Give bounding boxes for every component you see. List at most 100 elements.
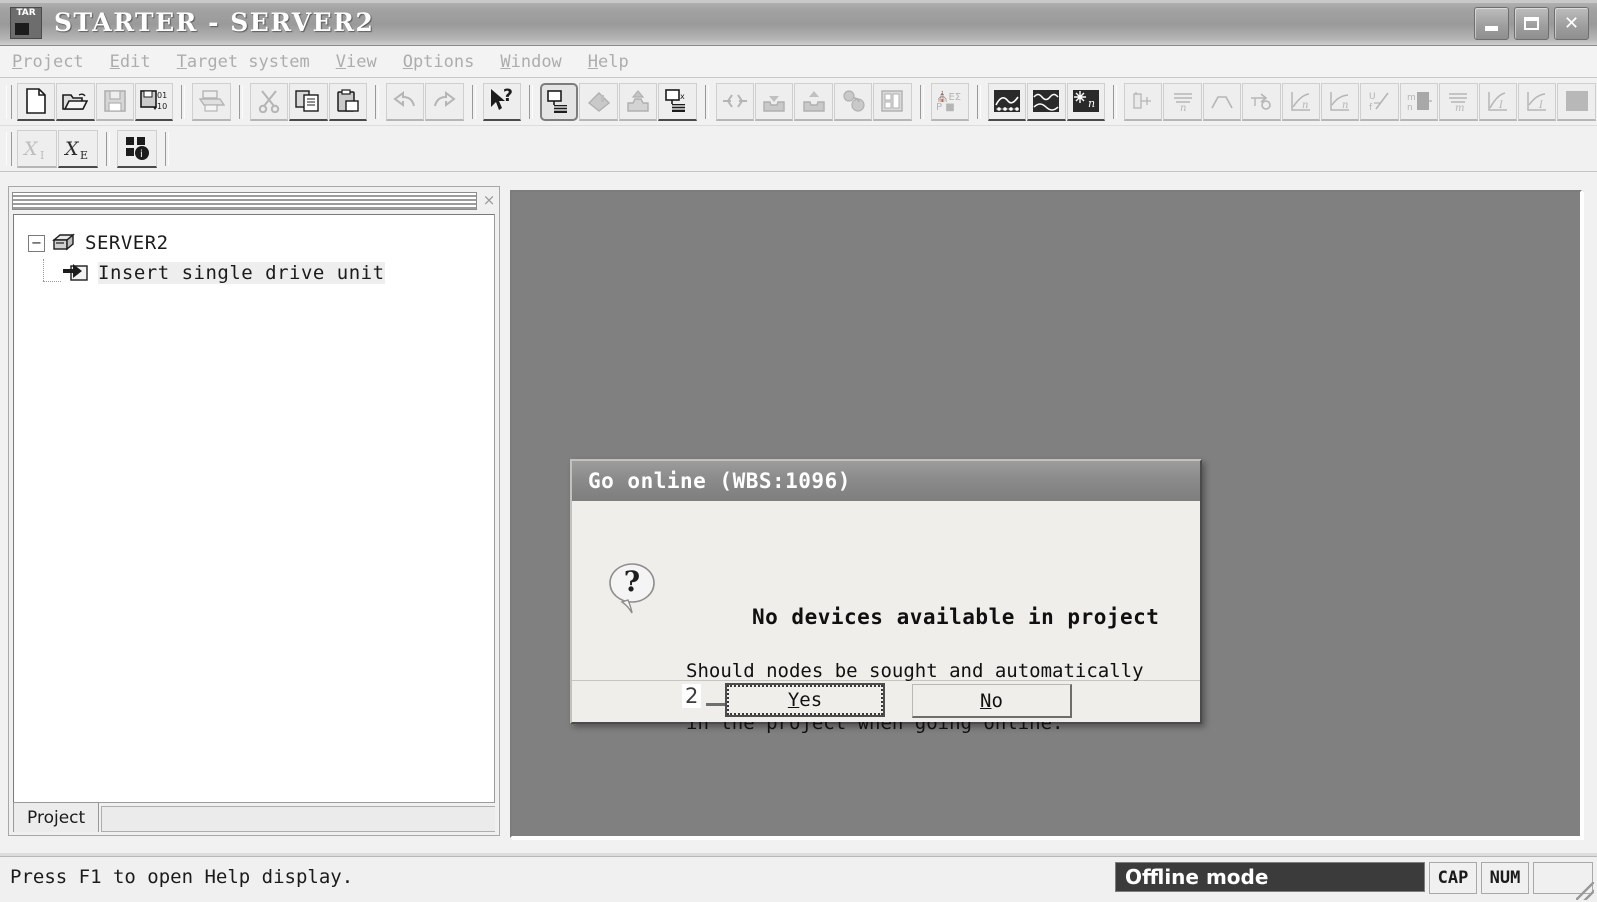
tree-node-server2[interactable]: − SERVER2: [28, 231, 494, 255]
dialog-title-bar: Go online (WBS:1096): [572, 461, 1200, 501]
tab-project[interactable]: Project: [13, 802, 100, 832]
speed-curve-icon: n: [1321, 82, 1360, 121]
toolbar-separator: [181, 84, 186, 119]
svg-text:?: ?: [624, 565, 640, 598]
resize-grip[interactable]: [1576, 882, 1594, 900]
close-icon: ✕: [1563, 13, 1580, 34]
setpoint-channel-icon: [1242, 82, 1281, 121]
maximize-icon: [1524, 17, 1539, 30]
menu-help[interactable]: Help: [588, 52, 629, 72]
window-controls: ✕: [1474, 7, 1589, 40]
save-project-as-icon[interactable]: 01 10: [135, 82, 174, 121]
toolbar-separator: [919, 84, 924, 119]
expander-icon[interactable]: −: [28, 234, 45, 252]
toolbar-separator: [976, 84, 981, 119]
svg-text:n: n: [1180, 103, 1186, 113]
undo-icon: [385, 82, 425, 121]
dialog-no-button[interactable]: No: [912, 684, 1072, 718]
toolbar-separator: [471, 84, 476, 119]
caption-grip[interactable]: [12, 192, 477, 210]
secondary-toolbar: XI XE i: [0, 126, 1597, 172]
device-info-icon[interactable]: i: [117, 129, 157, 168]
open-project-icon[interactable]: [56, 82, 95, 121]
toolbar-separator: [238, 84, 243, 119]
xe-icon[interactable]: XE: [58, 129, 98, 168]
trace-icon[interactable]: [987, 82, 1027, 121]
status-num-indicator: NUM: [1481, 862, 1529, 894]
drive-navigator-icon: [1123, 82, 1163, 121]
speed-controller-icon: n: [1163, 82, 1202, 121]
speed-characteristic-icon: n: [1281, 82, 1320, 121]
server-icon: [51, 231, 77, 255]
tree-node-insert-single-drive-unit[interactable]: Insert single drive unit: [62, 262, 494, 284]
svg-text:P ■: P ■: [936, 102, 955, 113]
go-online-dialog: Go online (WBS:1096) ? No devices availa…: [570, 459, 1202, 734]
menu-options-mnemonic: O: [402, 51, 413, 72]
accessible-nodes-icon[interactable]: x: [658, 82, 697, 121]
tree-node-label: Insert single drive unit: [98, 262, 385, 284]
menu-project-label: roject: [22, 51, 84, 72]
toolbar2-grip[interactable]: [6, 131, 12, 166]
torque-limit-icon: I: [1478, 82, 1518, 121]
tree-node-label: SERVER2: [85, 232, 169, 254]
upload-from-device-icon: [794, 82, 833, 121]
svg-text:E: E: [80, 149, 88, 161]
minimize-button[interactable]: [1474, 7, 1509, 40]
paste-icon[interactable]: [328, 82, 367, 121]
menu-options[interactable]: Options: [403, 52, 475, 72]
u-f-characteristic-icon: Uf: [1360, 82, 1399, 121]
title-bar: TAR STARTER - SERVER2 ✕: [0, 0, 1597, 46]
svg-text:n: n: [1407, 103, 1413, 113]
project-tree[interactable]: − SERVER2 Insert single drive unit: [13, 214, 495, 803]
toolbar-separator: [704, 84, 709, 119]
menu-edit[interactable]: Edit: [110, 52, 151, 72]
menu-window[interactable]: Window: [500, 52, 561, 72]
expert-list-icon: ⛪EΣ P ■: [930, 82, 969, 121]
yes-button-focus-ring: Yes: [727, 685, 883, 715]
function-generator-icon[interactable]: [1027, 82, 1066, 121]
menu-project[interactable]: Project: [12, 52, 84, 72]
window-title: STARTER - SERVER2: [54, 8, 375, 37]
menu-edit-mnemonic: E: [109, 51, 120, 72]
menu-target-system[interactable]: Target system: [177, 52, 310, 72]
project-navigator-caption[interactable]: ×: [12, 190, 497, 212]
svg-text:I: I: [40, 149, 44, 161]
toolbar-grip[interactable]: [6, 84, 12, 119]
dialog-title: Go online (WBS:1096): [588, 469, 851, 493]
connect-to-target-system-icon[interactable]: [539, 82, 579, 121]
app-icon-text: TAR: [16, 7, 36, 18]
menu-view-label: iew: [345, 51, 377, 72]
compare-icon: [715, 82, 754, 121]
menu-edit-label: dit: [119, 51, 151, 72]
svg-text:01: 01: [157, 91, 167, 100]
cut-icon: [249, 82, 289, 121]
yes-mnemonic: Y: [787, 689, 800, 711]
yes-label: Yes: [788, 689, 822, 711]
current-limit-icon: m: [1439, 82, 1478, 121]
dialog-footer: 2 Yes No: [572, 681, 1200, 722]
tab-strip-filler: [101, 806, 495, 832]
menu-help-mnemonic: H: [587, 51, 599, 72]
new-project-icon[interactable]: [16, 82, 56, 121]
svg-text:n: n: [1088, 97, 1095, 110]
context-help-icon[interactable]: ?: [482, 82, 521, 121]
callout-2-number: 2: [682, 684, 702, 708]
question-bubble-icon: ?: [604, 559, 660, 615]
xi-icon: XI: [17, 129, 57, 168]
svg-text:10: 10: [157, 102, 167, 111]
tree-connector-vertical: [43, 259, 45, 281]
blank-icon: [1557, 82, 1596, 121]
measuring-function-icon[interactable]: n: [1066, 82, 1106, 121]
svg-text:m: m: [1407, 93, 1416, 103]
close-icon[interactable]: ×: [481, 193, 497, 209]
dialog-yes-button[interactable]: Yes: [725, 683, 885, 717]
maximize-button[interactable]: [1514, 7, 1549, 40]
menu-window-label: indow: [510, 51, 562, 72]
motor-data-icon: mn: [1399, 82, 1439, 121]
no-label: No: [980, 690, 1003, 712]
close-button[interactable]: ✕: [1554, 7, 1589, 40]
status-indicators: Offline mode CAP NUM: [1115, 862, 1593, 894]
toolbar-separator: [528, 84, 533, 119]
copy-icon[interactable]: [289, 82, 328, 121]
menu-view[interactable]: View: [336, 52, 377, 72]
